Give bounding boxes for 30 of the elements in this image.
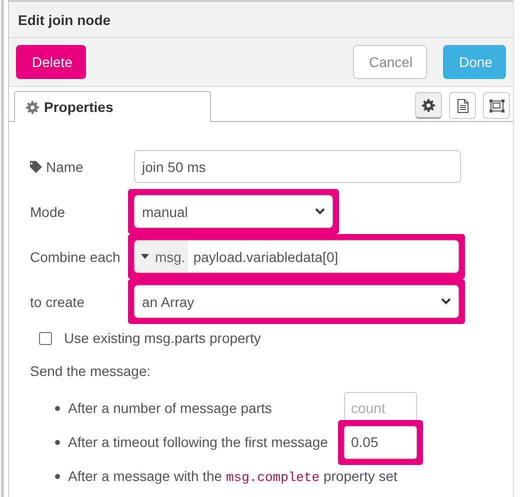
properties-tab[interactable]: Properties [14, 91, 211, 122]
select-field[interactable]: manual [134, 195, 333, 228]
field-label: Mode [30, 204, 66, 220]
gear-icon [26, 100, 39, 114]
typed-input-field[interactable]: msg. payload.variabledata[0] [134, 240, 459, 273]
field-label: to create [30, 294, 86, 310]
select-field[interactable]: an Array [134, 285, 459, 318]
document-icon [456, 98, 468, 112]
field-label: Combine each [30, 248, 122, 264]
field-label: Name [30, 158, 134, 174]
caret-icon [141, 254, 149, 259]
gear-icon [422, 98, 435, 112]
section-heading: Send the message: [30, 363, 152, 379]
tag-icon [30, 160, 42, 172]
delete-button[interactable]: Delete [16, 45, 86, 79]
chevron-icon [315, 208, 325, 215]
frame-icon [488, 98, 504, 112]
dialog-title: Edit join node [18, 12, 111, 28]
timeout-field[interactable]: 0.05 [344, 426, 417, 458]
option-text: After a timeout following the first message [68, 434, 329, 450]
option-text: After a message with the msg.complete property set [68, 468, 398, 484]
tool-tab[interactable] [483, 92, 510, 119]
tool-tab[interactable] [415, 92, 442, 119]
cancel-button[interactable]: Cancel [353, 45, 427, 79]
chevron-icon [441, 298, 451, 305]
option-text: After a number of message parts [68, 400, 273, 416]
checkbox-label: Use existing msg.parts property [64, 330, 261, 346]
name-field[interactable]: join 50 ms [134, 150, 461, 183]
checkbox[interactable] [39, 332, 52, 344]
tool-tab[interactable] [449, 92, 476, 119]
